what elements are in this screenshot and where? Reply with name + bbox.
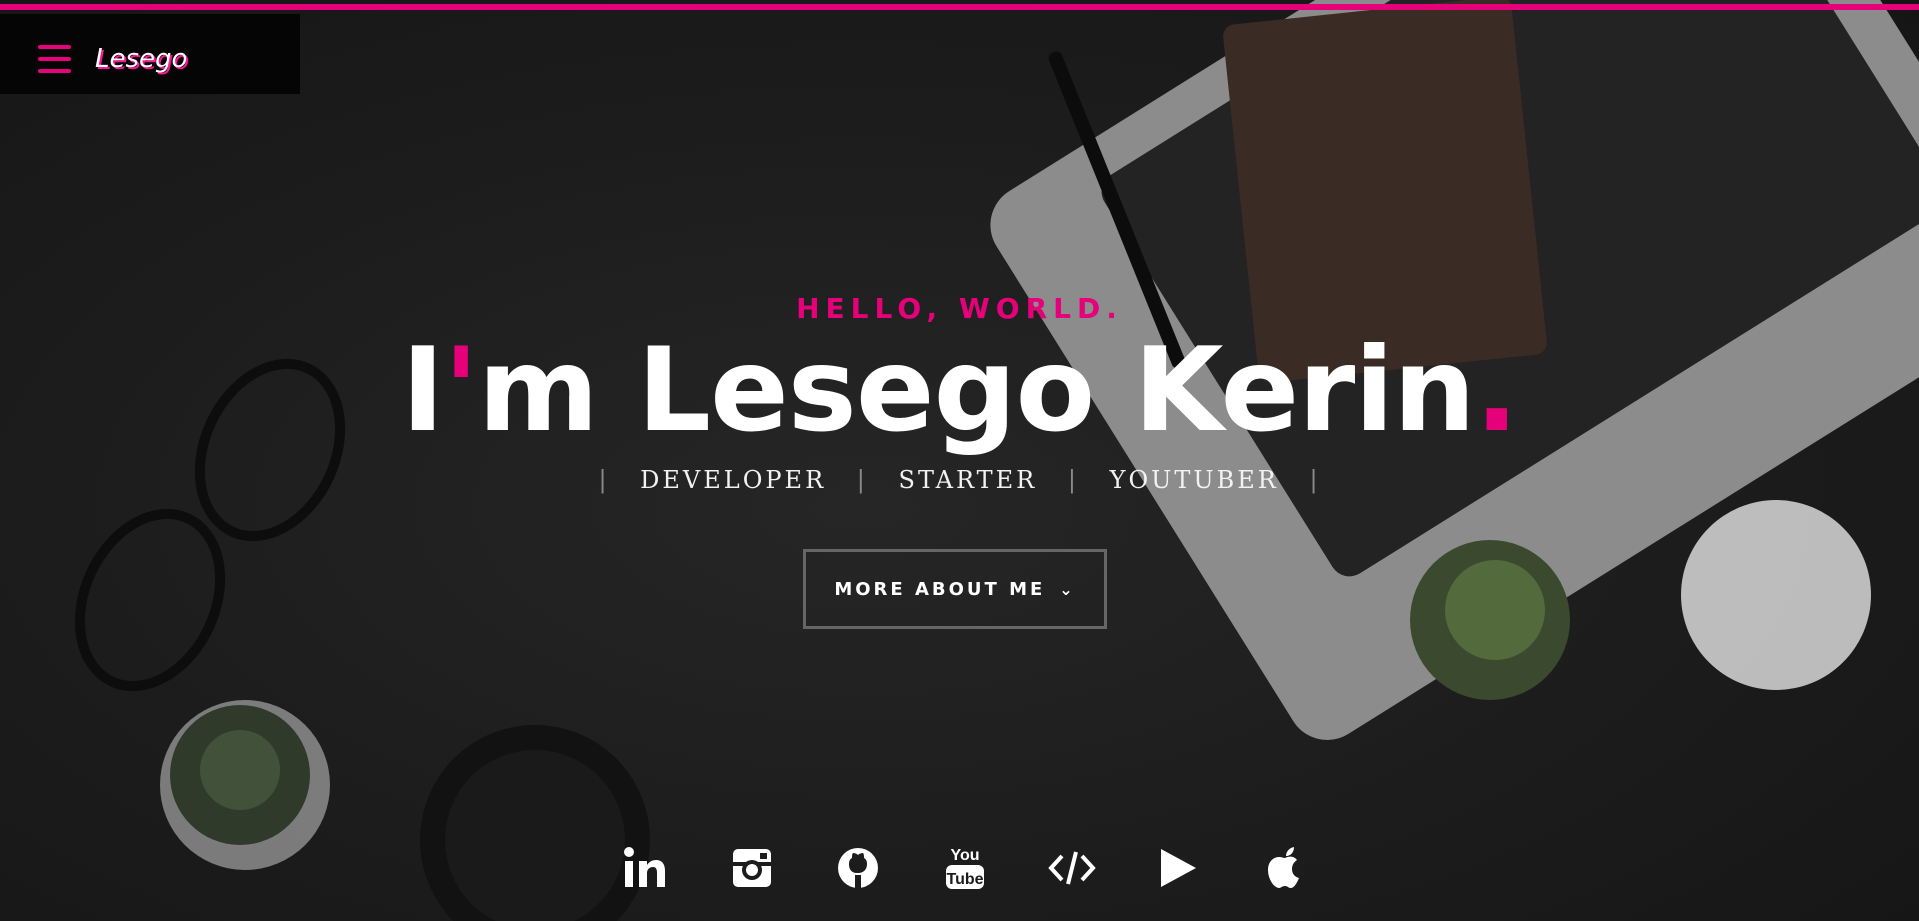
svg-text:You: You bbox=[950, 847, 979, 864]
social-links: You Tube bbox=[615, 838, 1315, 898]
role-divider: | bbox=[1309, 466, 1321, 494]
github-icon[interactable] bbox=[828, 838, 888, 898]
play-icon[interactable] bbox=[1148, 838, 1208, 898]
instagram-icon[interactable] bbox=[722, 838, 782, 898]
name-rest: m Lesego Kerin bbox=[477, 323, 1476, 458]
hero-background bbox=[0, 0, 1919, 921]
role-developer: DEVELOPER bbox=[640, 466, 827, 494]
hamburger-icon[interactable] bbox=[38, 45, 71, 73]
brand-logo[interactable]: Lesego bbox=[95, 44, 187, 74]
navbar: Lesego bbox=[0, 14, 300, 94]
more-about-me-button[interactable]: MORE ABOUT ME ⌄ bbox=[803, 549, 1107, 629]
role-divider: | bbox=[856, 466, 868, 494]
code-icon[interactable] bbox=[1042, 838, 1102, 898]
apple-icon[interactable] bbox=[1255, 838, 1315, 898]
more-about-me-label: MORE ABOUT ME bbox=[834, 578, 1046, 600]
name-apostrophe: ' bbox=[443, 323, 479, 458]
role-youtuber: YOUTUBER bbox=[1109, 466, 1279, 494]
name-first-char: I bbox=[401, 323, 444, 458]
greeting: HELLO, WORLD. bbox=[796, 292, 1123, 325]
youtube-icon[interactable]: You Tube bbox=[935, 838, 995, 898]
role-divider: | bbox=[598, 466, 610, 494]
chevron-down-icon: ⌄ bbox=[1059, 579, 1076, 599]
role-starter: STARTER bbox=[898, 466, 1038, 494]
linkedin-icon[interactable] bbox=[615, 838, 675, 898]
accent-top-bar bbox=[0, 4, 1919, 10]
name-period: . bbox=[1474, 323, 1519, 458]
page-title: I'm Lesego Kerin. bbox=[0, 326, 1919, 456]
roles-list: | DEVELOPER | STARTER | YOUTUBER | bbox=[0, 466, 1919, 494]
desk-illustration bbox=[74, 0, 1919, 921]
svg-text:Tube: Tube bbox=[946, 871, 983, 888]
role-divider: | bbox=[1067, 466, 1079, 494]
